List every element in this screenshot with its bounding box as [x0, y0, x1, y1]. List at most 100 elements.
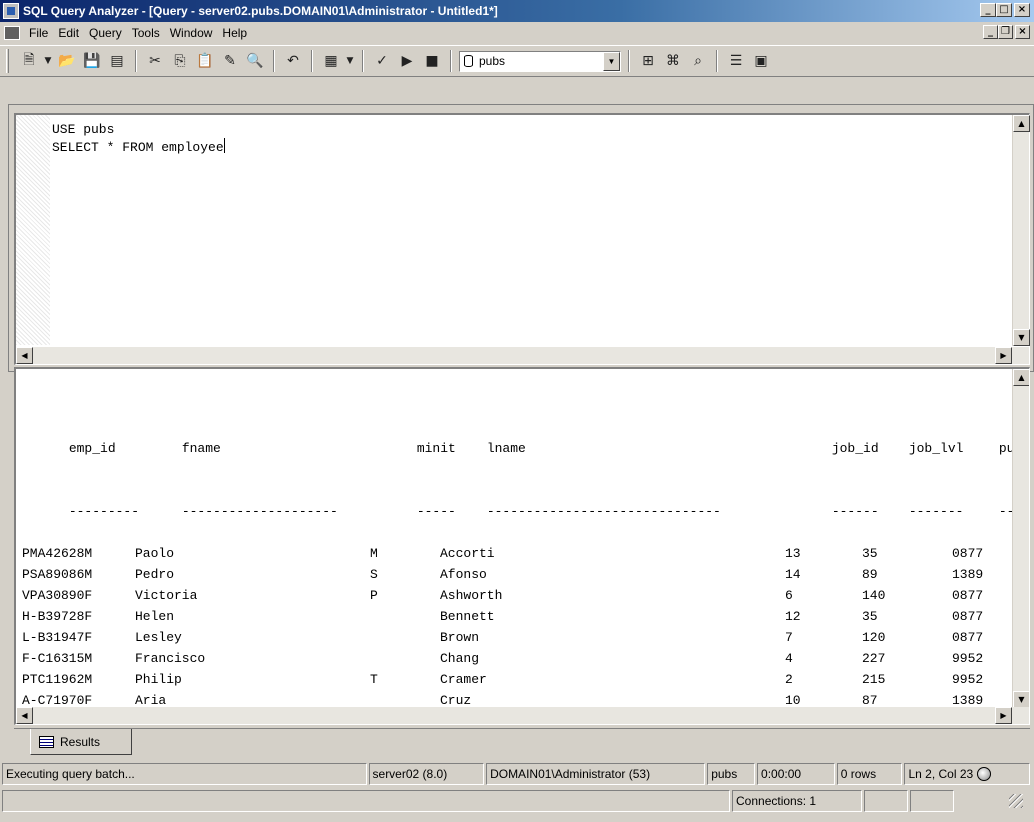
- execution-plan-icon[interactable]: ⊞: [637, 50, 659, 72]
- result-cell-fname[interactable]: Pedro: [135, 564, 370, 585]
- scroll-right-icon[interactable]: ▶: [995, 347, 1012, 364]
- resize-grip-icon[interactable]: [1009, 794, 1023, 808]
- insert-template-icon[interactable]: ▤: [106, 50, 128, 72]
- doc-close-button[interactable]: ×: [1015, 25, 1030, 39]
- result-cell-lname[interactable]: Chang: [440, 648, 785, 669]
- result-cell-job_id[interactable]: 12: [785, 606, 862, 627]
- maximize-button[interactable]: □: [996, 3, 1012, 17]
- results-pane[interactable]: emp_idfnameminitlnamejob_idjob_lvlpub_id…: [14, 367, 1030, 725]
- result-cell-fname[interactable]: Victoria: [135, 585, 370, 606]
- result-row[interactable]: L-B31947F Lesley Brown 7 120 0877: [22, 627, 1029, 648]
- result-row[interactable]: PSA89086M Pedro S Afonso 14 89 1389: [22, 564, 1029, 585]
- result-cell-fname[interactable]: Helen: [135, 606, 370, 627]
- result-cell-minit[interactable]: P: [370, 585, 440, 606]
- result-cell-job_lvl[interactable]: 215: [862, 669, 952, 690]
- new-query-icon[interactable]: 🗎: [18, 50, 40, 72]
- result-cell-job_id[interactable]: 7: [785, 627, 862, 648]
- result-cell-lname[interactable]: Cramer: [440, 669, 785, 690]
- chevron-down-icon[interactable]: ▼: [603, 51, 620, 71]
- cut-icon[interactable]: ✂: [144, 50, 166, 72]
- copy-icon[interactable]: ⎘: [169, 50, 191, 72]
- result-cell-emp_id[interactable]: PSA89086M: [22, 564, 135, 585]
- scroll-left-icon[interactable]: ◀: [16, 707, 33, 724]
- results-vertical-scrollbar[interactable]: ▲ ▼: [1012, 369, 1029, 708]
- result-cell-job_lvl[interactable]: 140: [862, 585, 952, 606]
- scroll-left-icon[interactable]: ◀: [16, 347, 33, 364]
- result-cell-job_id[interactable]: 4: [785, 648, 862, 669]
- result-row[interactable]: F-C16315M Francisco Chang 4 227 9952: [22, 648, 1029, 669]
- menu-window[interactable]: Window: [165, 26, 218, 40]
- undo-icon[interactable]: ↶: [282, 50, 304, 72]
- result-cell-job_lvl[interactable]: 227: [862, 648, 952, 669]
- save-icon[interactable]: 💾: [81, 50, 103, 72]
- menu-tools[interactable]: Tools: [127, 26, 165, 40]
- doc-minimize-button[interactable]: _: [983, 25, 998, 39]
- result-cell-job_id[interactable]: 13: [785, 543, 862, 564]
- menu-file[interactable]: File: [24, 26, 53, 40]
- find-icon[interactable]: 🔍: [244, 50, 266, 72]
- menu-help[interactable]: Help: [217, 26, 252, 40]
- open-icon[interactable]: 📂: [56, 50, 78, 72]
- menu-query[interactable]: Query: [84, 26, 127, 40]
- query-text[interactable]: USE pubs SELECT * FROM employee: [52, 121, 225, 156]
- query-analyzer-icon[interactable]: [3, 3, 19, 19]
- result-cell-pub_id[interactable]: 1389: [952, 564, 1012, 585]
- document-icon[interactable]: [4, 26, 20, 40]
- results-text[interactable]: emp_idfnameminitlnamejob_idjob_lvlpub_id…: [22, 375, 1029, 724]
- result-cell-fname[interactable]: Paolo: [135, 543, 370, 564]
- scroll-down-icon[interactable]: ▼: [1013, 691, 1029, 708]
- results-horizontal-scrollbar[interactable]: ◀ ▶: [16, 707, 1029, 724]
- result-cell-job_id[interactable]: 2: [785, 669, 862, 690]
- paste-icon[interactable]: 📋: [194, 50, 216, 72]
- doc-restore-button[interactable]: ❐: [998, 25, 1013, 39]
- results-mode-icon[interactable]: ▦: [320, 50, 342, 72]
- result-cell-job_id[interactable]: 6: [785, 585, 862, 606]
- result-cell-emp_id[interactable]: H-B39728F: [22, 606, 135, 627]
- cancel-query-icon[interactable]: ■: [421, 50, 443, 72]
- execute-query-icon[interactable]: ▶: [396, 50, 418, 72]
- object-browser-icon[interactable]: ⌘: [662, 50, 684, 72]
- result-cell-emp_id[interactable]: VPA30890F: [22, 585, 135, 606]
- scroll-up-icon[interactable]: ▲: [1013, 115, 1030, 132]
- result-cell-emp_id[interactable]: PMA42628M: [22, 543, 135, 564]
- result-cell-job_lvl[interactable]: 89: [862, 564, 952, 585]
- result-cell-emp_id[interactable]: F-C16315M: [22, 648, 135, 669]
- object-search-icon[interactable]: ⌕: [687, 50, 709, 72]
- clear-window-icon[interactable]: ✎: [219, 50, 241, 72]
- editor-horizontal-scrollbar[interactable]: ◀ ▶: [16, 347, 1029, 364]
- result-row[interactable]: H-B39728F Helen Bennett 12 35 0877: [22, 606, 1029, 627]
- result-cell-minit[interactable]: S: [370, 564, 440, 585]
- result-cell-pub_id[interactable]: 9952: [952, 648, 1012, 669]
- result-cell-job_lvl[interactable]: 120: [862, 627, 952, 648]
- menu-edit[interactable]: Edit: [53, 26, 84, 40]
- result-cell-emp_id[interactable]: L-B31947F: [22, 627, 135, 648]
- result-cell-fname[interactable]: Philip: [135, 669, 370, 690]
- result-cell-job_id[interactable]: 14: [785, 564, 862, 585]
- result-row[interactable]: PMA42628M Paolo M Accorti 13 35 0877: [22, 543, 1029, 564]
- result-cell-pub_id[interactable]: 0877: [952, 606, 1012, 627]
- result-cell-pub_id[interactable]: 0877: [952, 627, 1012, 648]
- new-query-dropdown-icon[interactable]: ▼: [43, 50, 53, 72]
- result-cell-lname[interactable]: Brown: [440, 627, 785, 648]
- result-cell-minit[interactable]: T: [370, 669, 440, 690]
- result-row[interactable]: VPA30890F Victoria P Ashworth 6 140 0877: [22, 585, 1029, 606]
- result-cell-job_lvl[interactable]: 35: [862, 543, 952, 564]
- result-cell-lname[interactable]: Accorti: [440, 543, 785, 564]
- editor-vertical-scrollbar[interactable]: ▲ ▼: [1012, 115, 1030, 346]
- result-cell-fname[interactable]: Francisco: [135, 648, 370, 669]
- parse-query-icon[interactable]: ✓: [371, 50, 393, 72]
- minimize-button[interactable]: _: [980, 3, 996, 17]
- tab-results[interactable]: Results: [30, 729, 132, 755]
- result-cell-pub_id[interactable]: 0877: [952, 585, 1012, 606]
- result-cell-pub_id[interactable]: 0877: [952, 543, 1012, 564]
- scroll-down-icon[interactable]: ▼: [1013, 329, 1030, 346]
- result-cell-lname[interactable]: Ashworth: [440, 585, 785, 606]
- result-cell-emp_id[interactable]: PTC11962M: [22, 669, 135, 690]
- toolbar-grip[interactable]: [6, 49, 9, 73]
- result-cell-lname[interactable]: Afonso: [440, 564, 785, 585]
- scroll-right-icon[interactable]: ▶: [995, 707, 1012, 724]
- scroll-up-icon[interactable]: ▲: [1013, 369, 1029, 386]
- properties-icon[interactable]: ☰: [725, 50, 747, 72]
- result-cell-lname[interactable]: Bennett: [440, 606, 785, 627]
- close-button[interactable]: ×: [1014, 3, 1030, 17]
